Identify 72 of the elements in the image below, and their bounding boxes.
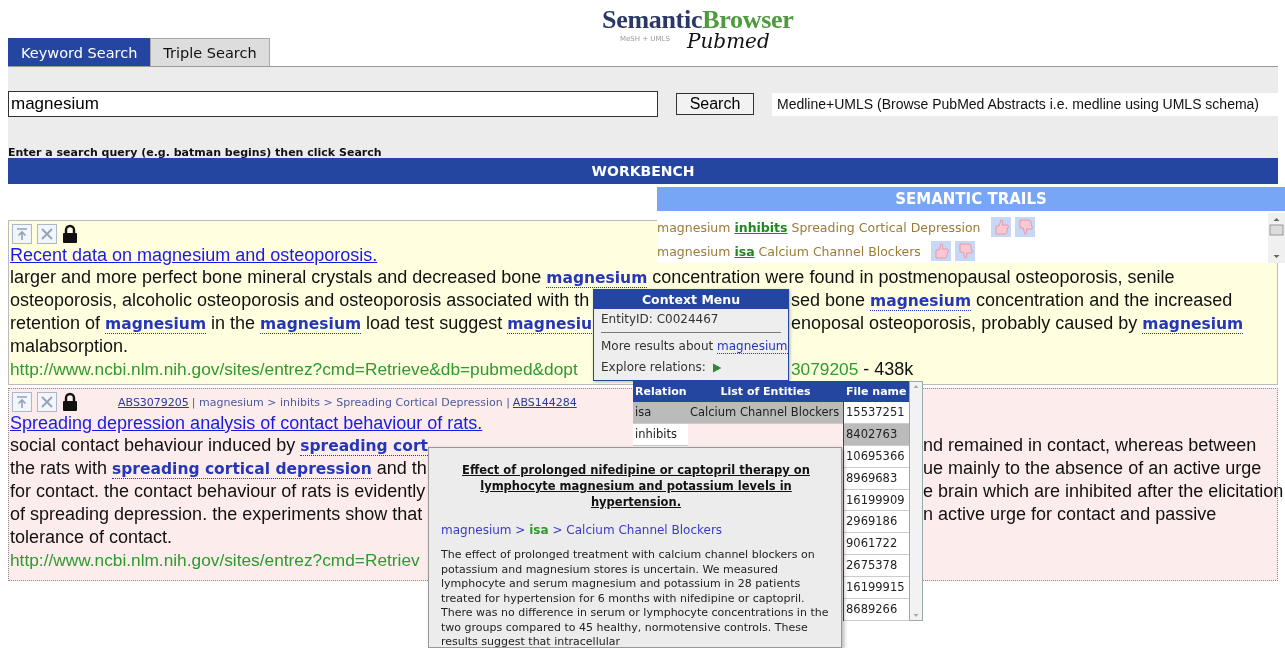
term-link[interactable]: magnesium	[546, 269, 648, 288]
explore-relations-item[interactable]: Explore relations:	[601, 358, 706, 377]
logo-wordmark: SemanticBrowser	[602, 10, 794, 29]
scrollbar[interactable]	[909, 381, 923, 621]
lock-icon[interactable]	[62, 392, 78, 412]
search-tab[interactable]: Keyword Search	[8, 38, 151, 66]
menu-header: Context Menu	[594, 290, 788, 309]
thumbs-down-icon[interactable]	[954, 241, 975, 261]
table-cell[interactable]: isa	[633, 402, 688, 424]
trails-header: SEMANTIC TRAILS	[657, 187, 1285, 211]
search-hint: Enter a search query (e.g. batman begins) then click Search	[8, 147, 382, 159]
column-header: File name	[844, 381, 909, 402]
thumbs-down-icon[interactable]	[1014, 217, 1035, 237]
thumbs-up-icon[interactable]	[990, 217, 1011, 237]
result-text: enoposal osteoporosis, probably caused by magnesium	[791, 312, 1244, 335]
table-cell[interactable]: inhibits	[633, 423, 688, 446]
result-text: ue mainly to the absence of an active urge	[923, 457, 1262, 480]
result-text: sed bone magnesium concentration and the increased	[791, 289, 1233, 312]
abstract-link[interactable]: ABS144284	[512, 395, 577, 409]
workbench-header: WORKBENCH	[8, 158, 1278, 184]
term-link[interactable]: spreading cortical depression	[112, 460, 372, 479]
trail-path: | magnesium > inhibits > Spreading Cortical Depression |	[191, 395, 510, 409]
result-text: social contact behaviour induced by spreading cort	[10, 434, 428, 457]
move-top-icon[interactable]	[12, 224, 32, 244]
abstract-link[interactable]: ABS3079205	[118, 395, 189, 409]
result-text: tolerance of contact.	[10, 526, 173, 549]
result-text: 3079205 - 438k	[791, 358, 914, 381]
search-tab[interactable]: Triple Search	[150, 38, 270, 66]
more-results-item[interactable]: More results about magnesium	[601, 337, 788, 356]
logo-script-text: Pubmed	[687, 29, 770, 53]
result-text: osteoporosis, alcoholic osteoporosis and osteoporosis associated with th	[10, 289, 590, 312]
entity-id-text: EntityID: C0024467	[601, 311, 719, 328]
result-text: for contact. the contact behaviour of rats is evidently	[10, 480, 426, 503]
move-top-icon[interactable]	[12, 392, 32, 412]
search-button[interactable]: Search	[676, 93, 754, 115]
result-text: nd remained in contact, whereas between	[923, 434, 1257, 457]
relation-link[interactable]: isa	[734, 243, 755, 259]
result-text: the rats with spreading cortical depression and th	[10, 457, 427, 480]
url-link[interactable]: 3079205	[791, 359, 859, 379]
column-header: Relation	[633, 381, 688, 402]
abstract-text: The effect of prolonged treatment with calcium channel blockers on potassium and magnesium stores is uncertain. We measured lymphocyte and serum magnesium and potassium in 28 patients treated for hypertension for 6 months with nifedipine or captopril. There was no difference in serum or lymphocyte concentrations in the two groups compared to 45 healthy, normotensive controls. These results suggest that intracellular	[441, 548, 830, 647]
abstract-title[interactable]: Effect of prolonged nifedipine or captopril therapy on lymphocyte magnesium and potassium levels in hypertension.	[441, 462, 831, 510]
result-text: of spreading depression. the experiments show that	[10, 503, 423, 526]
term-link[interactable]: magnesium	[260, 315, 362, 334]
table-cell[interactable]: 8402763	[844, 423, 909, 446]
result-text: larger and more perfect bone mineral crystals and decreased bone magnesium concentration were found in postmenopausal osteoporosis, senile	[10, 266, 1175, 289]
result-text: e brain which are inhibited after the elicitation	[923, 480, 1284, 503]
close-icon[interactable]	[37, 392, 57, 412]
trail-text: magnesium isa Calcium Channel Blockers	[657, 243, 921, 259]
result-text: malabsorption.	[10, 335, 129, 358]
term-link[interactable]: magnesium	[870, 292, 972, 311]
relation-link[interactable]: inhibits	[734, 219, 788, 235]
term-link[interactable]: magnesium	[1142, 315, 1244, 334]
relation-path: magnesium > isa > Calcium Channel Blockers	[441, 522, 723, 538]
close-icon[interactable]	[37, 224, 57, 244]
entity-link[interactable]: magnesium	[717, 339, 788, 354]
triangle-icon[interactable]	[711, 362, 722, 373]
lock-icon[interactable]	[62, 224, 78, 244]
search-field[interactable]: magnesium	[8, 91, 658, 117]
thumbs-up-icon[interactable]	[930, 241, 951, 261]
result-text: retention of magnesium in the magnesium load test suggest magnesiu	[10, 312, 592, 335]
result-title-link[interactable]: Recent data on magnesium and osteoporosis.	[10, 244, 378, 266]
term-link[interactable]: magnesiu	[507, 315, 592, 334]
result-title-link[interactable]: Spreading depression analysis of contact behaviour of rats.	[10, 412, 483, 434]
url-link[interactable]: http://www.ncbi.nlm.nih.gov/sites/entrez?cmd=Retrieve&db=pubmed&dopt	[10, 359, 578, 379]
trail-text: magnesium inhibits Spreading Cortical Depression	[657, 219, 981, 235]
result-text: n active urge for contact and passive	[923, 503, 1217, 526]
term-link[interactable]: magnesium	[105, 315, 207, 334]
table-cell[interactable]: Calcium Channel Blockers	[688, 402, 843, 424]
term-link[interactable]: spreading cort	[300, 437, 428, 456]
column-header: List of Entities	[688, 381, 843, 402]
scrollbar[interactable]	[1268, 213, 1285, 263]
